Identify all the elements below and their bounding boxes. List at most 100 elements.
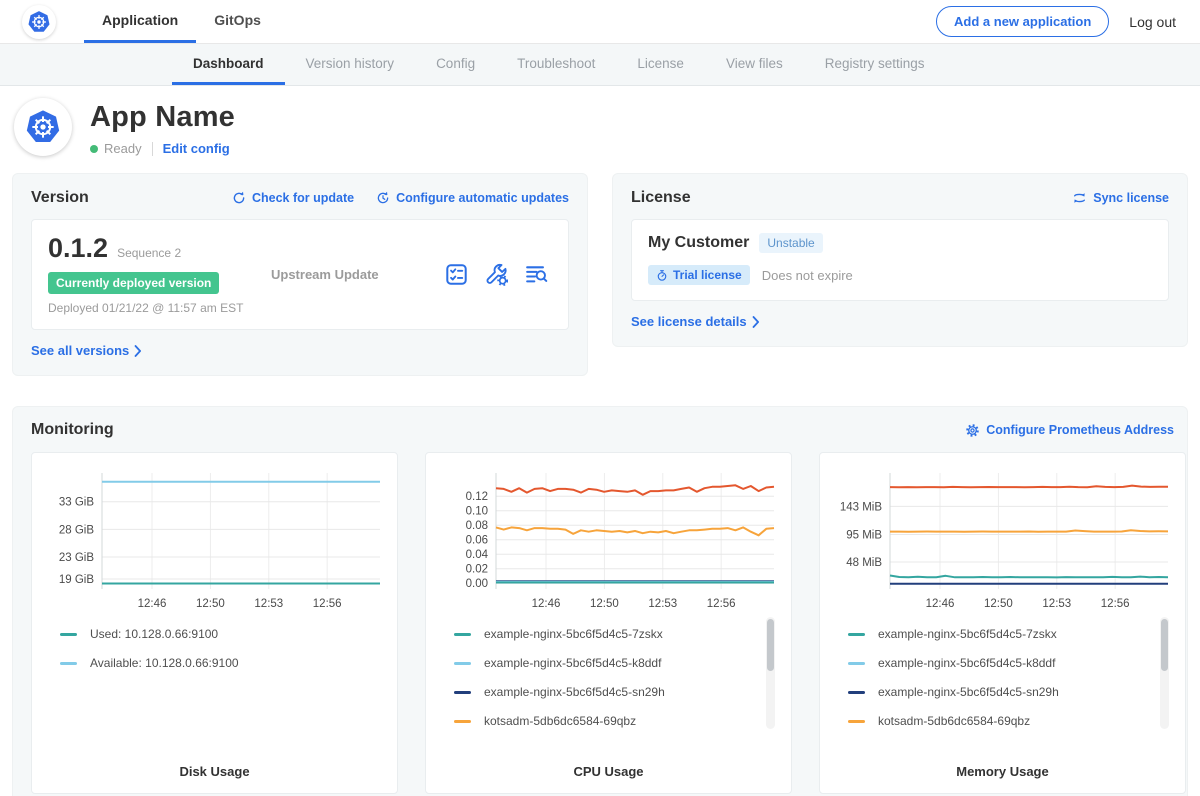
nav-item-gitops[interactable]: GitOps (196, 0, 279, 43)
svg-text:33 GiB: 33 GiB (59, 497, 94, 509)
legend-label: example-nginx-5bc6f5d4c5-sn29h (878, 685, 1059, 699)
svg-text:12:46: 12:46 (532, 598, 561, 610)
deployed-badge: Currently deployed version (48, 272, 219, 294)
view-diff-files-icon[interactable] (525, 263, 548, 286)
svg-text:48 MiB: 48 MiB (846, 557, 882, 569)
svg-text:12:50: 12:50 (196, 598, 225, 610)
nav-item-application[interactable]: Application (84, 0, 196, 43)
tab-troubleshoot[interactable]: Troubleshoot (496, 44, 616, 85)
legend-label: example-nginx-5bc6f5d4c5-k8ddf (878, 656, 1055, 670)
legend-swatch (848, 633, 865, 636)
chart-legend: example-nginx-5bc6f5d4c5-7zskx example-ng… (436, 615, 781, 762)
legend-swatch (60, 662, 77, 665)
svg-text:19 GiB: 19 GiB (59, 574, 94, 586)
logout-button[interactable]: Log out (1129, 14, 1176, 30)
topnav-items: ApplicationGitOps (84, 0, 279, 43)
legend-scrollbar-track[interactable] (1160, 617, 1169, 729)
brand (22, 0, 56, 43)
legend-item: example-nginx-5bc6f5d4c5-sn29h (848, 685, 1149, 699)
app-avatar-kubernetes-icon (14, 98, 72, 156)
legend-label: Available: 10.128.0.66:9100 (90, 656, 239, 670)
svg-text:12:56: 12:56 (707, 598, 736, 610)
tab-registry-settings[interactable]: Registry settings (804, 44, 946, 85)
series-line (890, 486, 1168, 488)
legend-item: Available: 10.128.0.66:9100 (60, 656, 361, 670)
channel-badge: Unstable (759, 233, 822, 253)
svg-text:0.00: 0.00 (466, 578, 488, 590)
svg-text:0.06: 0.06 (466, 535, 488, 547)
svg-text:12:50: 12:50 (590, 598, 619, 610)
legend-label: kotsadm-5db6dc6584-69qbz (484, 714, 636, 728)
divider (152, 142, 153, 156)
legend-scrollbar-thumb[interactable] (1161, 619, 1168, 671)
check-for-update-link[interactable]: Check for update (232, 191, 354, 205)
svg-text:12:46: 12:46 (138, 598, 167, 610)
tab-license[interactable]: License (616, 44, 705, 85)
tab-view-files[interactable]: View files (705, 44, 804, 85)
svg-text:12:50: 12:50 (984, 598, 1013, 610)
legend-scrollbar-thumb[interactable] (767, 619, 774, 671)
chart-title: CPU Usage (436, 762, 781, 785)
charts-row: 12:46 12:50 12:53 12:56 19 GiB 23 GiB 28 GiB 33… (31, 452, 1174, 794)
license-type-badge: Trial license (648, 265, 750, 285)
legend-item: example-nginx-5bc6f5d4c5-sn29h (454, 685, 755, 699)
svg-text:12:53: 12:53 (1042, 598, 1071, 610)
monitoring-card: Monitoring Configure Prometheus Address … (12, 406, 1188, 796)
legend-swatch (454, 633, 471, 636)
tab-version-history[interactable]: Version history (285, 44, 416, 85)
svg-text:23 GiB: 23 GiB (59, 552, 94, 564)
refresh-icon (232, 191, 246, 205)
version-card-title: Version (31, 189, 89, 207)
legend-label: example-nginx-5bc6f5d4c5-k8ddf (484, 656, 661, 670)
license-panel: My Customer Unstable Trial license Does … (631, 219, 1169, 301)
svg-text:12:53: 12:53 (648, 598, 677, 610)
sync-license-link[interactable]: Sync license (1072, 191, 1169, 205)
svg-text:12:56: 12:56 (1101, 598, 1130, 610)
kubernetes-logo-icon (22, 5, 56, 39)
legend-item: kotsadm-5db6dc6584-69qbz (848, 714, 1149, 728)
legend-swatch (848, 720, 865, 723)
legend-item: kotsadm-5db6dc6584-69qbz (454, 714, 755, 728)
legend-label: kotsadm-5db6dc6584-69qbz (878, 714, 1030, 728)
configure-automatic-updates-link[interactable]: Configure automatic updates (376, 191, 569, 205)
status-dot (90, 145, 98, 153)
legend-item: example-nginx-5bc6f5d4c5-7zskx (848, 627, 1149, 641)
app-tab-bar: DashboardVersion historyConfigTroublesho… (0, 44, 1200, 86)
legend-item: example-nginx-5bc6f5d4c5-k8ddf (848, 656, 1149, 670)
svg-text:12:46: 12:46 (926, 598, 955, 610)
svg-text:143 MiB: 143 MiB (840, 501, 883, 513)
legend-swatch (848, 691, 865, 694)
deployed-timestamp: Deployed 01/21/22 @ 11:57 am EST (48, 301, 263, 315)
see-all-versions-link[interactable]: See all versions (31, 343, 142, 358)
preflight-checks-icon[interactable] (445, 263, 468, 286)
tab-dashboard[interactable]: Dashboard (172, 44, 285, 85)
line-chart: 12:4612:5012:5312:560.000.020.040.060.08… (436, 463, 781, 615)
app-header: App Name Ready Edit config (0, 86, 1200, 160)
legend-scrollbar-track[interactable] (766, 617, 775, 729)
legend-label: Used: 10.128.0.66:9100 (90, 627, 218, 641)
chevron-right-icon (134, 345, 142, 357)
stopwatch-icon (656, 269, 668, 282)
legend-label: example-nginx-5bc6f5d4c5-7zskx (484, 627, 663, 641)
customer-name: My Customer (648, 234, 749, 252)
add-application-button[interactable]: Add a new application (936, 6, 1109, 37)
version-number: 0.1.2 (48, 233, 108, 264)
configure-prometheus-link[interactable]: Configure Prometheus Address (965, 423, 1174, 438)
legend-swatch (454, 720, 471, 723)
svg-text:28 GiB: 28 GiB (59, 524, 94, 536)
edit-config-link[interactable]: Edit config (163, 141, 230, 156)
svg-text:95 MiB: 95 MiB (846, 530, 882, 542)
chart-panel-disk-usage: 12:4612:5012:5312:5619 GiB23 GiB28 GiB33… (31, 452, 398, 794)
version-source: Upstream Update (271, 267, 379, 282)
tab-config[interactable]: Config (415, 44, 496, 85)
chart-legend: example-nginx-5bc6f5d4c5-7zskx example-ng… (830, 615, 1175, 762)
chart-legend: Used: 10.128.0.66:9100 Available: 10.128.… (42, 615, 387, 762)
line-chart: 12:46 12:50 12:53 12:56 48 MiB 95 MiB 143 MiB (830, 463, 1175, 615)
see-license-details-link[interactable]: See license details (631, 314, 760, 329)
legend-swatch (848, 662, 865, 665)
current-version-panel: 0.1.2 Sequence 2 Currently deployed vers… (31, 219, 569, 330)
edit-config-wrench-icon[interactable] (485, 263, 508, 286)
legend-item: example-nginx-5bc6f5d4c5-k8ddf (454, 656, 755, 670)
monitoring-title: Monitoring (31, 421, 114, 439)
chart-title: Memory Usage (830, 762, 1175, 785)
